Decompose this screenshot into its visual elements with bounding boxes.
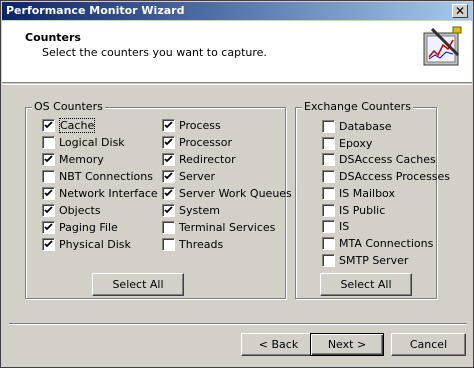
checkbox-checked[interactable] xyxy=(42,221,55,234)
checkbox-checked[interactable] xyxy=(42,187,55,200)
checkbox-unchecked[interactable] xyxy=(322,236,335,250)
checkbox-label: MTA Connections xyxy=(339,236,434,250)
cancel-button[interactable]: Cancel xyxy=(391,333,466,356)
checkbox-checked[interactable] xyxy=(42,238,55,251)
close-button[interactable]: ✕ xyxy=(452,4,468,18)
exchange-counters-group: Exchange Counters Database Epoxy DSAccess … xyxy=(295,100,450,299)
checkbox-unchecked[interactable] xyxy=(322,136,335,150)
checkbox-unchecked[interactable] xyxy=(322,220,335,234)
window-title: Performance Monitor Wizard xyxy=(6,4,185,17)
checkbox-label: DSAccess Processes xyxy=(339,170,451,184)
footer-divider xyxy=(9,323,467,325)
checkbox-unchecked[interactable] xyxy=(322,203,335,217)
checkbox-label: Logical Disk xyxy=(59,136,125,149)
title-bar: Performance Monitor Wizard ✕ xyxy=(2,2,472,20)
checkbox-checked[interactable] xyxy=(162,170,175,183)
wizard-header: Counters Select the counters you want to… xyxy=(2,21,472,83)
exchange-counters-label: Exchange Counters xyxy=(302,100,413,113)
checkbox-label: Objects xyxy=(59,204,101,217)
checkbox-unchecked[interactable] xyxy=(322,153,335,167)
checkbox-label: Redirector xyxy=(179,153,236,166)
checkbox-checked[interactable] xyxy=(162,119,175,132)
checkbox-label: Physical Disk xyxy=(59,238,131,251)
checkbox-checked[interactable] xyxy=(42,153,55,166)
checkbox-checked[interactable] xyxy=(162,153,175,166)
checkbox-label: IS Public xyxy=(339,203,386,217)
checkbox-checked[interactable] xyxy=(162,187,175,200)
checkbox-label: IS xyxy=(339,220,350,234)
checkbox-unchecked[interactable] xyxy=(162,221,175,234)
os-select-all-button[interactable]: Select All xyxy=(92,273,184,296)
checkbox-unchecked[interactable] xyxy=(322,170,335,184)
checkbox-label: Database xyxy=(339,120,392,133)
checkbox-unchecked[interactable] xyxy=(42,170,55,183)
checkbox-label: IS Mailbox xyxy=(339,186,395,200)
checkbox-label: Server xyxy=(179,170,216,183)
checkbox-label: Epoxy xyxy=(339,136,373,150)
os-counters-group: OS Counters Cache Logical Disk Memory NBT C… xyxy=(25,100,292,299)
checkbox-label: Terminal Services xyxy=(179,221,276,234)
exchange-select-all-button[interactable]: Select All xyxy=(320,273,412,296)
checkbox-label: NBT Connections xyxy=(59,170,153,183)
checkbox-unchecked[interactable] xyxy=(42,136,55,149)
checkbox-label: Processor xyxy=(179,136,232,149)
checkbox-checked[interactable] xyxy=(42,204,55,217)
checkbox-label: SMTP Server xyxy=(339,253,409,267)
os-counters-label: OS Counters xyxy=(32,100,105,113)
checkbox-label: Threads xyxy=(179,238,224,251)
checkbox-label: Server Work Queues xyxy=(179,187,292,200)
checkbox-unchecked[interactable] xyxy=(322,186,335,200)
checkbox-label: Cache xyxy=(59,118,96,133)
checkbox-label: Network Interface xyxy=(59,187,158,200)
checkbox-checked[interactable] xyxy=(162,136,175,149)
checkbox-label: DSAccess Caches xyxy=(339,153,436,167)
checkbox-label: Paging File xyxy=(59,221,118,234)
checkbox-label: Memory xyxy=(59,153,104,166)
page-subtitle: Select the counters you want to capture. xyxy=(42,46,267,59)
checkbox-checked[interactable] xyxy=(42,119,55,132)
next-button[interactable]: Next > xyxy=(310,333,384,356)
checkbox-unchecked[interactable] xyxy=(322,120,335,133)
back-button[interactable]: < Back xyxy=(241,333,316,356)
wizard-chart-icon xyxy=(423,26,462,66)
checkbox-label: System xyxy=(179,204,221,217)
checkbox-unchecked[interactable] xyxy=(162,238,175,251)
checkbox-unchecked[interactable] xyxy=(322,253,335,267)
page-title: Counters xyxy=(25,31,81,44)
wizard-window: Performance Monitor Wizard ✕ Counters Se… xyxy=(0,0,474,368)
checkbox-checked[interactable] xyxy=(162,204,175,217)
checkbox-label: Process xyxy=(179,119,221,132)
